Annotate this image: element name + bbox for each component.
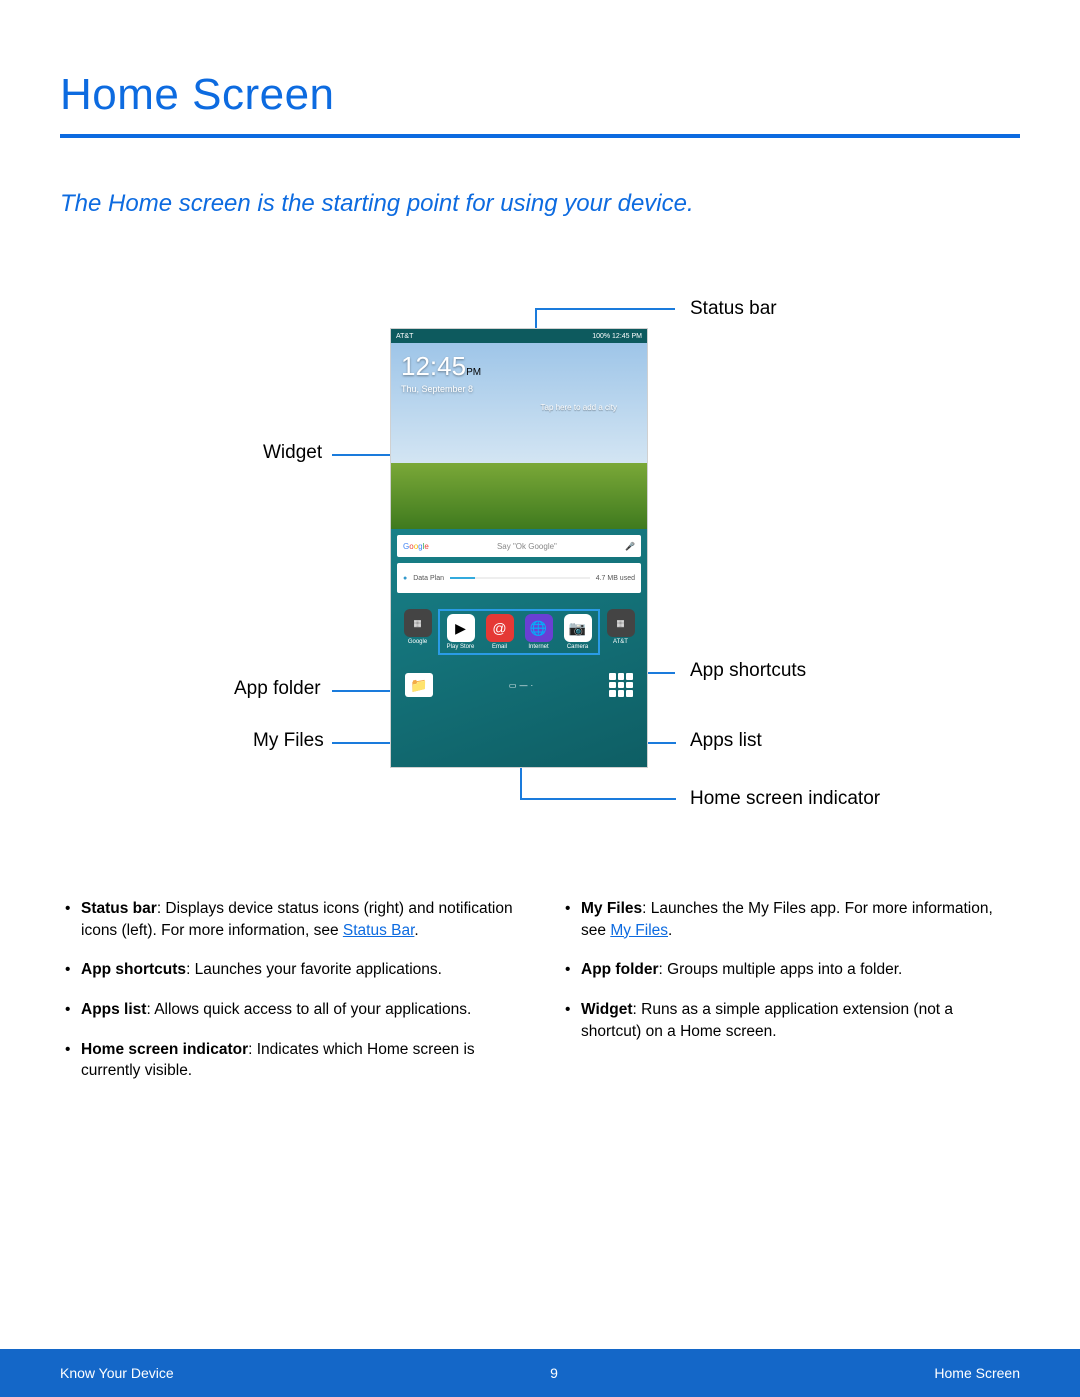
- desc-home-indicator: Home screen indicator: Indicates which H…: [65, 1039, 515, 1082]
- desc-app-shortcuts: App shortcuts: Launches your favorite ap…: [65, 959, 515, 981]
- line-status-bar-h: [535, 308, 675, 310]
- footer-left: Know Your Device: [60, 1365, 174, 1381]
- data-plan-widget: ● Data Plan 4.7 MB used: [397, 563, 641, 593]
- line-home-ind-h: [520, 798, 676, 800]
- clock-date: Thu, September 8: [401, 384, 637, 394]
- add-city-hint: Tap here to add a city: [541, 403, 618, 412]
- diagram-area: Widget App folder My Files Status bar Ap…: [60, 298, 1020, 858]
- desc-my-files: My Files: Launches the My Files app. For…: [565, 898, 1015, 941]
- data-plan-label: Data Plan: [413, 575, 444, 582]
- app-row: ▦ Google ▶Play Store @Email 🌐Internet 📷C…: [399, 605, 639, 659]
- google-search-widget: Google Say "Ok Google" 🎤: [397, 535, 641, 557]
- callout-apps-list: Apps list: [690, 730, 762, 752]
- clock-widget: 12:45PM Thu, September 8: [401, 351, 637, 394]
- callout-app-folder: App folder: [234, 678, 321, 700]
- line-status-bar-v: [535, 308, 537, 330]
- callout-app-shortcuts: App shortcuts: [690, 660, 806, 682]
- page-footer: Know Your Device 9 Home Screen: [0, 1349, 1080, 1397]
- clock-suffix: PM: [466, 367, 481, 378]
- footer-page-number: 9: [550, 1365, 558, 1381]
- device-lower: Google Say "Ok Google" 🎤 ● Data Plan 4.7…: [391, 529, 647, 768]
- clock-time: 12:45: [401, 351, 466, 381]
- line-apps-list: [648, 742, 676, 744]
- status-carrier: AT&T: [396, 333, 413, 340]
- google-hint: Say "Ok Google": [497, 542, 557, 551]
- callout-widget: Widget: [263, 442, 322, 464]
- line-app-folder: [332, 690, 390, 692]
- desc-app-folder: App folder: Groups multiple apps into a …: [565, 959, 1015, 981]
- my-files-icon: 📁: [405, 673, 433, 697]
- device-status-bar: AT&T 100% 12:45 PM: [391, 329, 647, 343]
- mic-icon: 🎤: [625, 542, 635, 551]
- device-wallpaper-grass: [391, 463, 647, 529]
- line-widget: [332, 454, 390, 456]
- link-status-bar[interactable]: Status Bar: [343, 922, 415, 939]
- device-bottom-row: 📁 ▭—·: [397, 667, 641, 697]
- google-logo: Google: [403, 542, 429, 551]
- home-indicator-dots: ▭—·: [509, 681, 533, 690]
- app-playstore: ▶Play Store: [444, 614, 477, 650]
- device-wallpaper-sky: 12:45PM Thu, September 8 Tap here to add…: [391, 343, 647, 463]
- app-shortcuts-group: ▶Play Store @Email 🌐Internet 📷Camera: [438, 609, 600, 655]
- link-my-files[interactable]: My Files: [610, 922, 668, 939]
- description-right: My Files: Launches the My Files app. For…: [565, 898, 1015, 1100]
- data-plan-usage: 4.7 MB used: [596, 575, 635, 582]
- description-left: Status bar: Displays device status icons…: [65, 898, 515, 1100]
- desc-apps-list: Apps list: Allows quick access to all of…: [65, 999, 515, 1021]
- callout-status-bar: Status bar: [690, 298, 777, 320]
- callout-home-indicator: Home screen indicator: [690, 788, 880, 810]
- page-subtitle: The Home screen is the starting point fo…: [60, 190, 1020, 218]
- footer-right: Home Screen: [934, 1365, 1020, 1381]
- callout-my-files: My Files: [253, 730, 324, 752]
- app-internet: 🌐Internet: [522, 614, 555, 650]
- description-columns: Status bar: Displays device status icons…: [60, 898, 1020, 1100]
- desc-status-bar: Status bar: Displays device status icons…: [65, 898, 515, 941]
- app-folder-google: ▦ Google: [403, 609, 432, 655]
- status-right: 100% 12:45 PM: [592, 333, 642, 340]
- desc-widget: Widget: Runs as a simple application ext…: [565, 999, 1015, 1042]
- apps-list-icon: [609, 673, 633, 697]
- line-my-files: [332, 742, 390, 744]
- app-email: @Email: [483, 614, 516, 650]
- device-screenshot: AT&T 100% 12:45 PM 12:45PM Thu, Septembe…: [390, 328, 648, 768]
- app-folder-att: ▦ AT&T: [606, 609, 635, 655]
- page-title: Home Screen: [60, 70, 1020, 120]
- app-camera: 📷Camera: [561, 614, 594, 650]
- title-rule: [60, 134, 1020, 138]
